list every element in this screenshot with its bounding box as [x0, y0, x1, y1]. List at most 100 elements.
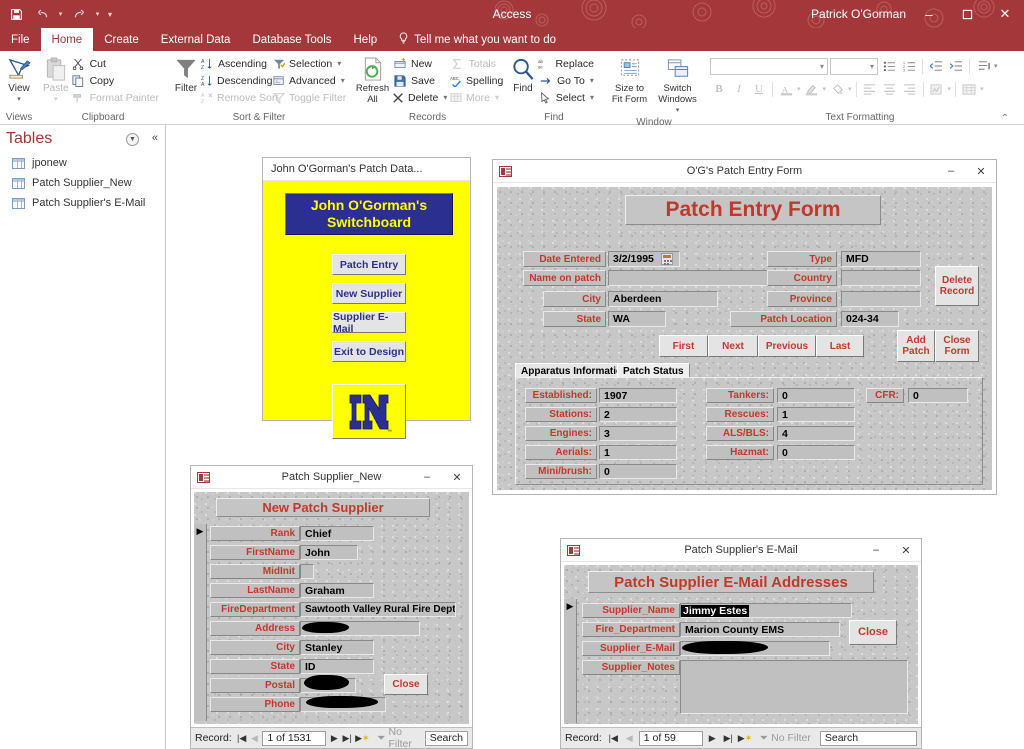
- hazmat-field[interactable]: 0: [777, 445, 855, 460]
- sidebar-item-jponew[interactable]: jponew: [0, 153, 165, 173]
- undo-dropdown-icon[interactable]: ▾: [56, 2, 65, 26]
- patch-entry-button[interactable]: Patch Entry: [332, 254, 406, 275]
- add-patch-button[interactable]: Add Patch: [897, 330, 935, 362]
- filter-button[interactable]: Filter: [173, 54, 199, 94]
- nav-first-icon[interactable]: |◀: [237, 733, 247, 744]
- align-left-icon[interactable]: [861, 80, 879, 98]
- province-field[interactable]: [841, 291, 921, 307]
- record-count[interactable]: 1 of 59: [638, 730, 703, 746]
- undo-icon[interactable]: [30, 2, 54, 26]
- record-search-input[interactable]: Search: [424, 730, 468, 746]
- delete-record-button[interactable]: Delete Record: [935, 266, 979, 306]
- patch-location-field[interactable]: 024-34: [841, 311, 899, 327]
- switch-windows-caret-icon[interactable]: ▾: [676, 105, 680, 116]
- nav-prev-icon[interactable]: ◀: [623, 733, 636, 744]
- rtl-ltr-icon[interactable]: [974, 57, 992, 75]
- text-highlight-icon[interactable]: [803, 80, 821, 98]
- tab-file[interactable]: File: [0, 28, 41, 51]
- supplier-email-close-button-form[interactable]: Close: [849, 620, 897, 645]
- stations-field[interactable]: 2: [599, 407, 677, 422]
- aerials-field[interactable]: 1: [599, 445, 677, 460]
- toggle-filter-button[interactable]: Toggle Filter: [271, 89, 346, 106]
- highlight-caret-icon[interactable]: ▾: [823, 85, 827, 93]
- bullets-icon[interactable]: [880, 57, 898, 75]
- fire-department-field[interactable]: Marion County EMS: [680, 622, 840, 637]
- state-field[interactable]: WA: [608, 311, 666, 327]
- go-to-button[interactable]: Go To ▾: [536, 72, 598, 89]
- rescues-field[interactable]: 1: [777, 407, 855, 422]
- fill-color-icon[interactable]: [828, 80, 846, 98]
- type-combo[interactable]: MFD: [841, 251, 921, 267]
- sidebar-item-patch-suppliers-email[interactable]: Patch Supplier's E-Mail: [0, 193, 165, 213]
- customize-qat-icon[interactable]: ▾: [104, 2, 116, 26]
- ascending-button[interactable]: AZ Ascending: [199, 55, 271, 72]
- format-painter-button[interactable]: Format Painter: [69, 89, 163, 106]
- mini-brush-field[interactable]: 0: [599, 464, 677, 479]
- maximize-button[interactable]: [948, 0, 986, 28]
- select-button[interactable]: Select ▾: [536, 89, 598, 106]
- paste-button[interactable]: Paste ▾: [43, 54, 69, 105]
- name-on-patch-field[interactable]: [608, 270, 788, 286]
- midinit-field[interactable]: [300, 564, 314, 579]
- spelling-button[interactable]: ABC Spelling: [448, 72, 503, 89]
- supplier-email-close-button[interactable]: ✕: [891, 539, 921, 562]
- tab-help[interactable]: Help: [343, 28, 389, 51]
- nav-last-icon[interactable]: ▶|: [342, 733, 352, 744]
- firedepartment-field[interactable]: Sawtooth Valley Rural Fire Dept.: [300, 602, 456, 617]
- totals-button[interactable]: Totals: [448, 55, 500, 72]
- filter-status[interactable]: ⏷ No Filter: [760, 732, 811, 745]
- delete-caret-icon[interactable]: ▾: [443, 93, 447, 102]
- record-count[interactable]: 1 of 1531: [262, 730, 327, 746]
- tankers-field[interactable]: 0: [777, 388, 855, 403]
- account-name[interactable]: Patrick O'Gorman: [811, 0, 906, 28]
- cut-button[interactable]: Cut: [69, 55, 163, 72]
- delete-record-button[interactable]: Delete ▾: [390, 89, 448, 106]
- filter-status[interactable]: ⏷ No Filter: [377, 726, 416, 749]
- supplier-new-minimize-button[interactable]: –: [412, 466, 442, 489]
- rtl-caret-icon[interactable]: ▾: [994, 62, 998, 70]
- size-to-fit-form-button[interactable]: Size to Fit Form: [608, 54, 651, 105]
- tab-external-data[interactable]: External Data: [150, 28, 242, 51]
- save-record-button[interactable]: Save: [390, 72, 448, 89]
- align-right-icon[interactable]: [901, 80, 919, 98]
- nav-next-icon[interactable]: ▶: [706, 733, 719, 744]
- more-records-button[interactable]: More ▾: [448, 89, 500, 106]
- nav-next-icon[interactable]: ▶: [329, 733, 339, 744]
- increase-indent-icon[interactable]: [947, 57, 965, 75]
- previous-record-button[interactable]: Previous: [758, 335, 816, 357]
- nav-first-icon[interactable]: |◀: [607, 733, 620, 744]
- conditional-formatting-icon[interactable]: [928, 80, 946, 98]
- collapse-ribbon-icon[interactable]: ⌃: [1001, 113, 1009, 124]
- redo-dropdown-icon[interactable]: ▾: [93, 2, 102, 26]
- supplier-new-close-button[interactable]: ✕: [442, 466, 472, 489]
- advanced-button[interactable]: Advanced ▾: [271, 72, 345, 89]
- refresh-all-button[interactable]: Refresh All: [355, 54, 390, 105]
- view-button[interactable]: View ▾: [5, 54, 33, 105]
- font-color-caret-icon[interactable]: ▾: [797, 85, 801, 93]
- gridlines-icon[interactable]: [960, 80, 978, 98]
- supplier-notes-field[interactable]: [680, 660, 908, 714]
- descending-button[interactable]: ZA Descending: [199, 72, 272, 89]
- supplier-email-minimize-button[interactable]: –: [861, 539, 891, 562]
- numbering-icon[interactable]: 123: [900, 57, 918, 75]
- close-form-button[interactable]: Close Form: [935, 330, 979, 362]
- exit-to-design-button[interactable]: Exit to Design: [332, 341, 406, 362]
- state-field[interactable]: ID: [300, 659, 374, 674]
- switch-windows-button[interactable]: Switch Windows ▾: [655, 54, 700, 116]
- nav-new-record-icon[interactable]: ▶✶: [738, 733, 752, 744]
- city-field[interactable]: Aberdeen: [608, 291, 718, 307]
- tab-database-tools[interactable]: Database Tools: [241, 28, 342, 51]
- record-selector[interactable]: ▶: [564, 599, 577, 723]
- save-icon[interactable]: [4, 2, 28, 26]
- als-bls-field[interactable]: 4: [777, 426, 855, 441]
- supplier-name-field[interactable]: Jimmy Estes: [680, 603, 852, 618]
- tab-create[interactable]: Create: [93, 28, 150, 51]
- remove-sort-button[interactable]: AZ Remove Sort: [199, 89, 278, 106]
- copy-button[interactable]: Copy: [69, 72, 163, 89]
- engines-field[interactable]: 3: [599, 426, 677, 441]
- more-caret-icon[interactable]: ▾: [495, 93, 499, 102]
- find-button[interactable]: Find: [510, 54, 536, 94]
- rank-field[interactable]: Chief: [300, 526, 374, 541]
- fill-color-caret-icon[interactable]: ▾: [848, 85, 852, 93]
- selection-button[interactable]: Selection ▾: [271, 55, 345, 72]
